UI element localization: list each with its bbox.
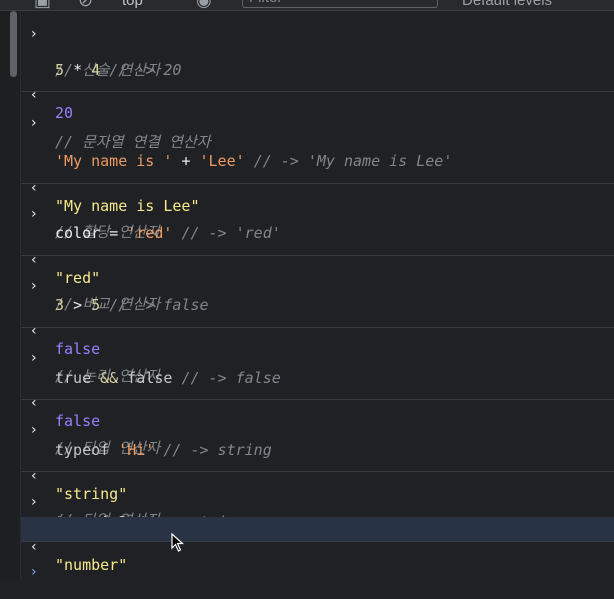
divider <box>21 541 614 542</box>
divider <box>21 255 614 256</box>
log-levels-dropdown[interactable]: Default levels <box>462 0 552 9</box>
scrollbar[interactable] <box>0 11 21 580</box>
divider <box>21 327 614 328</box>
divider <box>21 399 614 400</box>
divider <box>21 91 614 92</box>
context-selector[interactable]: top <box>122 0 143 9</box>
divider <box>21 183 614 184</box>
scroll-thumb[interactable] <box>10 11 17 77</box>
sidebar-toggle-icon[interactable]: ▣ <box>34 0 51 10</box>
console-log: › // 산술 연산자 5 * 4 // -> 20 ‹ 20 › // 문자열… <box>21 11 614 580</box>
chevron-right-icon: › <box>31 26 37 42</box>
divider <box>21 471 614 472</box>
live-expression-icon[interactable]: ◉ <box>196 0 212 10</box>
chevron-right-icon: › <box>31 564 37 580</box>
filter-input[interactable]: Filter <box>242 0 438 8</box>
console-input-prompt[interactable]: › <box>21 545 614 599</box>
console-toolbar: ▣ ⊘ top ◉ Filter Default levels <box>0 0 614 11</box>
clear-console-icon[interactable]: ⊘ <box>78 0 93 10</box>
